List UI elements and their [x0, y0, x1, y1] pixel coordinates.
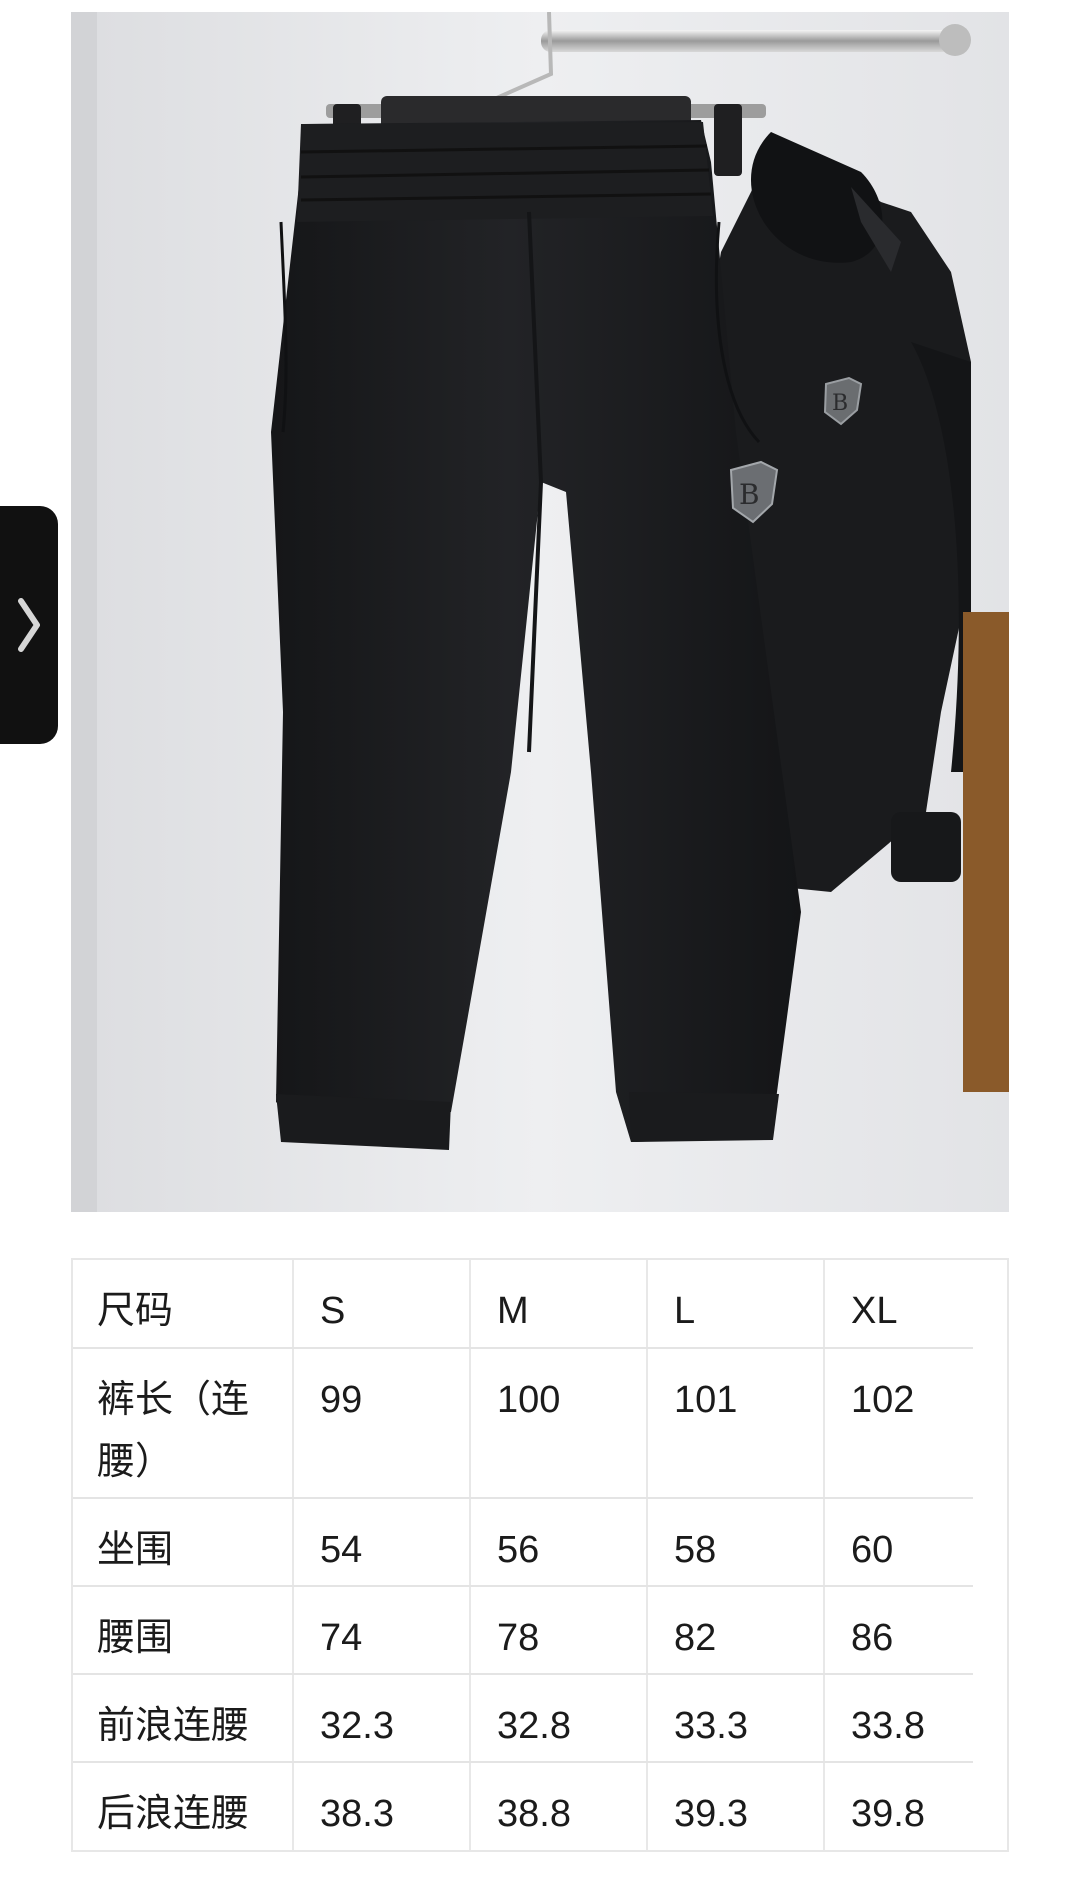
table-cell: 60 [824, 1498, 973, 1587]
table-cell: 33.3 [647, 1674, 825, 1763]
svg-text:B: B [832, 391, 848, 416]
table-cell: M [470, 1260, 648, 1349]
table-row: 后浪连腰 38.3 38.8 39.3 39.8 [73, 1762, 973, 1850]
table-cell: S [293, 1260, 471, 1349]
product-detail-page: B B 尺码 S M L XL 裤长（连腰） 99 100 101 102 坐围… [0, 0, 1080, 1882]
chevron-right-icon [18, 598, 40, 652]
table-cell: 33.8 [824, 1674, 973, 1763]
table-cell: 102 [824, 1348, 973, 1499]
table-cell: 58 [647, 1498, 825, 1587]
table-cell: 99 [293, 1348, 471, 1499]
table-cell: L [647, 1260, 825, 1349]
table-cell: 32.8 [470, 1674, 648, 1763]
table-cell: 前浪连腰 [73, 1674, 294, 1763]
table-cell: 38.3 [293, 1762, 471, 1850]
svg-text:B: B [739, 478, 760, 511]
table-cell: XL [824, 1260, 973, 1349]
table-cell: 坐围 [73, 1498, 294, 1587]
table-cell: 56 [470, 1498, 648, 1587]
table-cell: 腰围 [73, 1586, 294, 1675]
table-cell: 82 [647, 1586, 825, 1675]
table-cell: 32.3 [293, 1674, 471, 1763]
side-panel-toggle[interactable] [0, 506, 58, 744]
table-cell: 54 [293, 1498, 471, 1587]
table-cell: 尺码 [73, 1260, 294, 1349]
table-cell: 86 [824, 1586, 973, 1675]
table-header-row: 尺码 S M L XL [73, 1260, 973, 1349]
table-cell: 39.3 [647, 1762, 825, 1850]
table-row: 前浪连腰 32.3 32.8 33.3 33.8 [73, 1674, 973, 1763]
table-row: 裤长（连腰） 99 100 101 102 [73, 1348, 973, 1499]
table-cell: 39.8 [851, 1793, 925, 1835]
table-cell: 78 [470, 1586, 648, 1675]
table-cell: 74 [293, 1586, 471, 1675]
table-cell: 后浪连腰 [73, 1762, 294, 1850]
table-cell: 101 [647, 1348, 825, 1499]
size-chart-table: 尺码 S M L XL 裤长（连腰） 99 100 101 102 坐围 54 … [71, 1258, 1009, 1852]
table-cell: 38.8 [470, 1762, 648, 1850]
table-cell: 100 [470, 1348, 648, 1499]
table-row: 坐围 54 56 58 60 [73, 1498, 973, 1587]
table-cell: 裤长（连腰） [73, 1348, 294, 1499]
product-photo[interactable]: B B [71, 12, 1009, 1212]
table-row: 腰围 74 78 82 86 [73, 1586, 973, 1675]
